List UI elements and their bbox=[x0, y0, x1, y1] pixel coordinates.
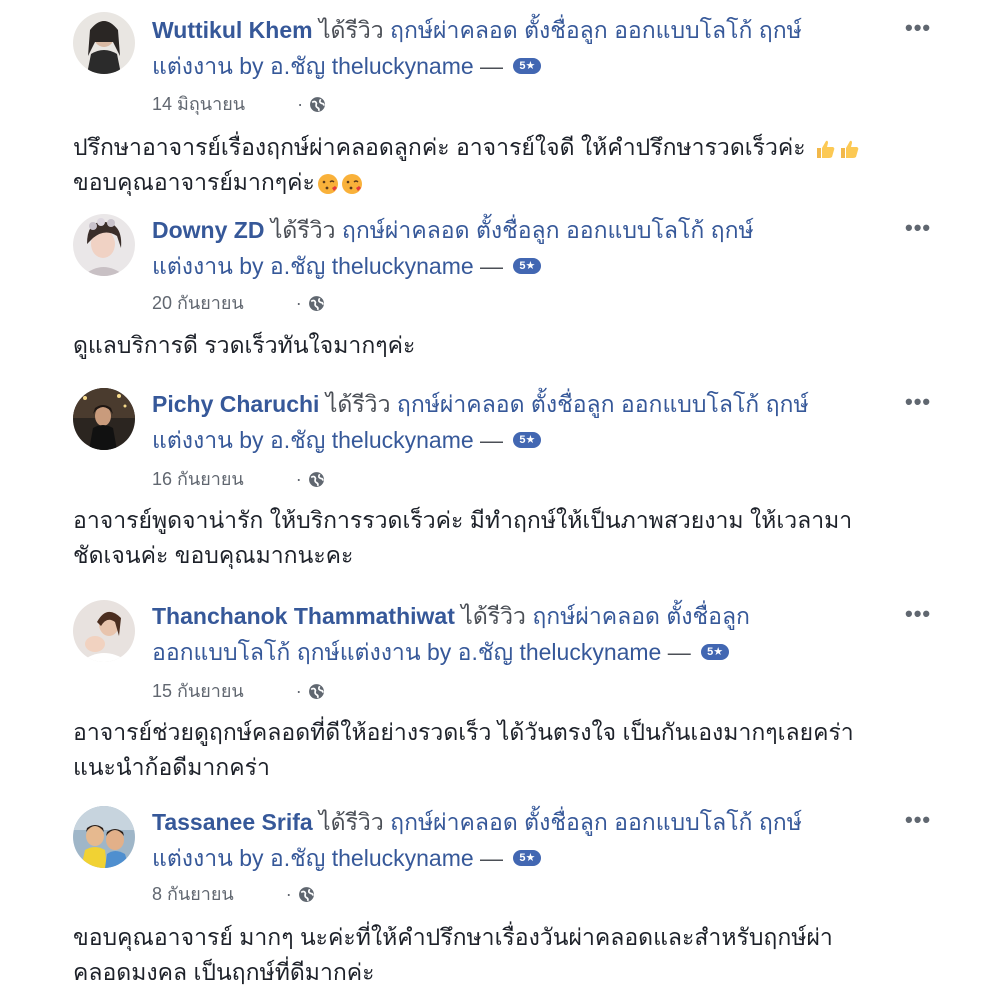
review-header: Downy ZD ได้รีวิว ฤกษ์ผ่าคลอด ตั้งชื่อลู… bbox=[152, 212, 887, 284]
avatar[interactable] bbox=[73, 806, 135, 868]
rating-badge: 5★ bbox=[701, 643, 730, 660]
review-text: ปรึกษาอาจารย์เรื่องฤกษ์ผ่าคลอดลูกค่ะ อาจ… bbox=[73, 130, 933, 200]
review-header: Thanchanok Thammathiwat ได้รีวิว ฤกษ์ผ่า… bbox=[152, 598, 887, 670]
separator: — bbox=[473, 427, 510, 453]
more-options-icon[interactable]: ••• bbox=[905, 391, 931, 413]
review-header: Pichy Charuchi ได้รีวิว ฤกษ์ผ่าคลอด ตั้ง… bbox=[152, 386, 887, 458]
review-meta: 8 กันยายน · bbox=[152, 882, 315, 906]
reviewer-name[interactable]: Wuttikul Khem bbox=[152, 17, 313, 43]
more-options-icon[interactable]: ••• bbox=[905, 217, 931, 239]
page-link[interactable]: ฤกษ์ผ่าคลอด ตั้งชื่อลูก ออกแบบโลโก้ ฤกษ์ bbox=[397, 391, 809, 417]
review-meta: 20 กันยายน · bbox=[152, 291, 325, 315]
globe-icon bbox=[308, 471, 324, 487]
review-text: ขอบคุณอาจารย์ มากๆ นะค่ะที่ให้คำปรึกษาเร… bbox=[73, 920, 933, 990]
page-link[interactable]: แต่งงาน by อ.ชัญ theluckyname bbox=[152, 427, 474, 453]
review-text-line: อาจารย์พูดจาน่ารัก ให้บริการรวดเร็วค่ะ ม… bbox=[73, 507, 853, 533]
separator: — bbox=[473, 53, 510, 79]
globe-icon bbox=[310, 96, 325, 112]
review-text-line: ขอบคุณอาจารย์ มากๆ นะค่ะที่ให้คำปรึกษาเร… bbox=[73, 924, 833, 950]
kissing-face-emoji bbox=[317, 173, 338, 194]
page-link[interactable]: ออกแบบโลโก้ ฤกษ์แต่งงาน by อ.ชัญ theluck… bbox=[152, 639, 661, 665]
review-action: ได้รีวิว bbox=[264, 217, 342, 243]
separator-dot: · bbox=[295, 681, 302, 701]
reviewer-name[interactable]: Downy ZD bbox=[152, 217, 264, 243]
review-date[interactable]: 8 กันยายน bbox=[152, 882, 234, 906]
review-header: Tassanee Srifa ได้รีวิว ฤกษ์ผ่าคลอด ตั้ง… bbox=[152, 804, 887, 876]
separator-dot: · bbox=[285, 884, 292, 904]
review-text: อาจารย์ช่วยดูฤกษ์คลอดที่ดีให้อย่างรวดเร็… bbox=[73, 715, 933, 785]
page-link[interactable]: ฤกษ์ผ่าคลอด ตั้งชื่อลูก ออกแบบโลโก้ ฤกษ์ bbox=[342, 217, 754, 243]
globe-icon bbox=[308, 683, 324, 699]
thumbs-up-emoji bbox=[817, 140, 835, 158]
review-text-line: ปรึกษาอาจารย์เรื่องฤกษ์ผ่าคลอดลูกค่ะ อาจ… bbox=[73, 134, 806, 160]
rating-badge: 5★ bbox=[513, 257, 542, 274]
review-text-line: ดูแลบริการดี รวดเร็วทันใจมากๆค่ะ bbox=[73, 332, 416, 358]
more-options-icon[interactable]: ••• bbox=[905, 603, 931, 625]
review-date[interactable]: 15 กันยายน bbox=[152, 679, 244, 703]
kissing-face-emoji bbox=[341, 173, 362, 194]
more-options-icon[interactable]: ••• bbox=[905, 17, 931, 39]
review-date[interactable]: 14 มิถุนายน bbox=[152, 92, 245, 116]
separator: — bbox=[661, 639, 698, 665]
review-text-line: คลอดมงคล เป็นฤกษ์ที่ดีมากค่ะ bbox=[73, 959, 375, 985]
thumbs-up-emoji bbox=[841, 140, 859, 158]
review-action: ได้รีวิว bbox=[312, 809, 391, 835]
separator-dot: · bbox=[295, 469, 302, 489]
review-action: ได้รีวิว bbox=[454, 603, 533, 629]
separator: — bbox=[473, 845, 510, 871]
review-date[interactable]: 16 กันยายน bbox=[152, 467, 244, 491]
rating-badge: 5★ bbox=[513, 57, 542, 74]
avatar[interactable] bbox=[73, 12, 135, 74]
avatar[interactable] bbox=[73, 600, 135, 662]
review-text-line: ขอบคุณอาจารย์มากๆค่ะ bbox=[73, 169, 315, 195]
page-link[interactable]: แต่งงาน by อ.ชัญ theluckyname bbox=[152, 845, 474, 871]
page-link[interactable]: ฤกษ์ผ่าคลอด ตั้งชื่อลูก bbox=[532, 603, 750, 629]
globe-icon bbox=[308, 295, 324, 311]
review-meta: 14 มิถุนายน · bbox=[152, 92, 326, 116]
page-link[interactable]: แต่งงาน by อ.ชัญ theluckyname bbox=[152, 53, 474, 79]
review-text: อาจารย์พูดจาน่ารัก ให้บริการรวดเร็วค่ะ ม… bbox=[73, 503, 933, 573]
review-text-line: อาจารย์ช่วยดูฤกษ์คลอดที่ดีให้อย่างรวดเร็… bbox=[73, 719, 854, 745]
review-text: ดูแลบริการดี รวดเร็วทันใจมากๆค่ะ bbox=[73, 328, 933, 363]
rating-badge: 5★ bbox=[513, 849, 542, 866]
more-options-icon[interactable]: ••• bbox=[905, 809, 931, 831]
page-link[interactable]: ฤกษ์ผ่าคลอด ตั้งชื่อลูก ออกแบบโลโก้ ฤกษ์ bbox=[390, 17, 802, 43]
review-header: Wuttikul Khem ได้รีวิว ฤกษ์ผ่าคลอด ตั้งช… bbox=[152, 12, 887, 84]
reviewer-name[interactable]: Thanchanok Thammathiwat bbox=[152, 603, 455, 629]
avatar[interactable] bbox=[73, 388, 135, 450]
rating-badge: 5★ bbox=[513, 431, 542, 448]
review-meta: 16 กันยายน · bbox=[152, 467, 325, 491]
review-text-line: ชัดเจนค่ะ ขอบคุณมากนะคะ bbox=[73, 542, 354, 568]
separator-dot: · bbox=[295, 293, 302, 313]
page-link[interactable]: แต่งงาน by อ.ชัญ theluckyname bbox=[152, 253, 474, 279]
review-action: ได้รีวิว bbox=[319, 391, 397, 417]
review-text-line: แนะนำก้อดีมากคร่า bbox=[73, 754, 270, 780]
separator-dot: · bbox=[297, 94, 304, 114]
review-meta: 15 กันยายน · bbox=[152, 679, 325, 703]
separator: — bbox=[473, 253, 510, 279]
review-date[interactable]: 20 กันยายน bbox=[152, 291, 244, 315]
globe-icon bbox=[298, 886, 314, 902]
reviewer-name[interactable]: Pichy Charuchi bbox=[152, 391, 319, 417]
avatar[interactable] bbox=[73, 214, 135, 276]
page-link[interactable]: ฤกษ์ผ่าคลอด ตั้งชื่อลูก ออกแบบโลโก้ ฤกษ์ bbox=[390, 809, 802, 835]
reviewer-name[interactable]: Tassanee Srifa bbox=[152, 809, 313, 835]
review-action: ได้รีวิว bbox=[312, 17, 391, 43]
